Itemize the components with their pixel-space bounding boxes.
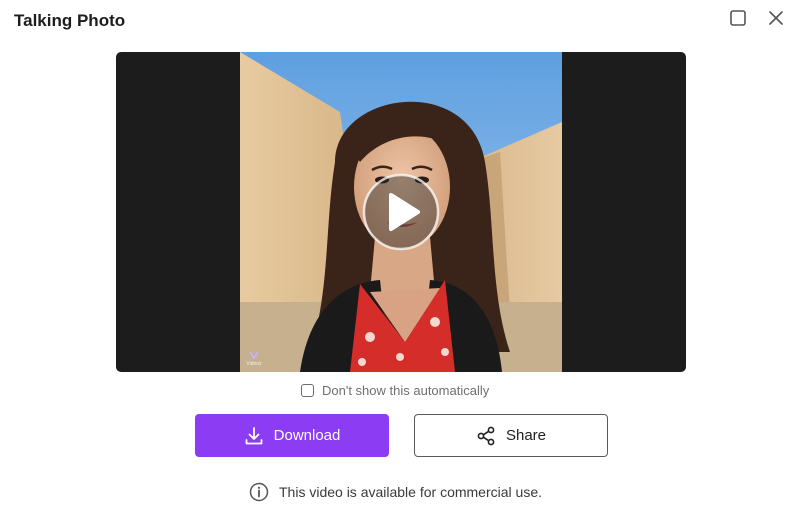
watermark: Vidnoz — [245, 351, 263, 367]
close-button[interactable] — [766, 8, 786, 28]
watermark-logo-icon — [249, 351, 259, 360]
dialog-title: Talking Photo — [14, 11, 126, 30]
maximize-icon — [730, 10, 746, 26]
share-label: Share — [505, 427, 547, 444]
share-button[interactable]: Share — [414, 414, 608, 457]
info-icon — [249, 482, 269, 502]
dont-show-label: Don't show this automatically — [322, 383, 490, 398]
maximize-button[interactable] — [728, 8, 748, 28]
commercial-use-text: This video is available for commercial u… — [279, 484, 542, 500]
play-button[interactable] — [362, 173, 440, 251]
dont-show-option[interactable]: Don't show this automatically — [301, 383, 489, 398]
talking-photo-dialog: Talking Photo Vidnoz Don't show this aut… — [0, 0, 800, 521]
download-label: Download — [273, 427, 341, 444]
watermark-text: Vidnoz — [246, 361, 262, 367]
play-icon — [362, 173, 440, 251]
dont-show-checkbox[interactable] — [301, 384, 314, 397]
download-icon — [245, 426, 263, 444]
close-icon — [769, 11, 783, 25]
download-button[interactable]: Download — [195, 414, 389, 457]
share-icon — [477, 426, 495, 445]
commercial-use-notice: This video is available for commercial u… — [249, 482, 542, 502]
